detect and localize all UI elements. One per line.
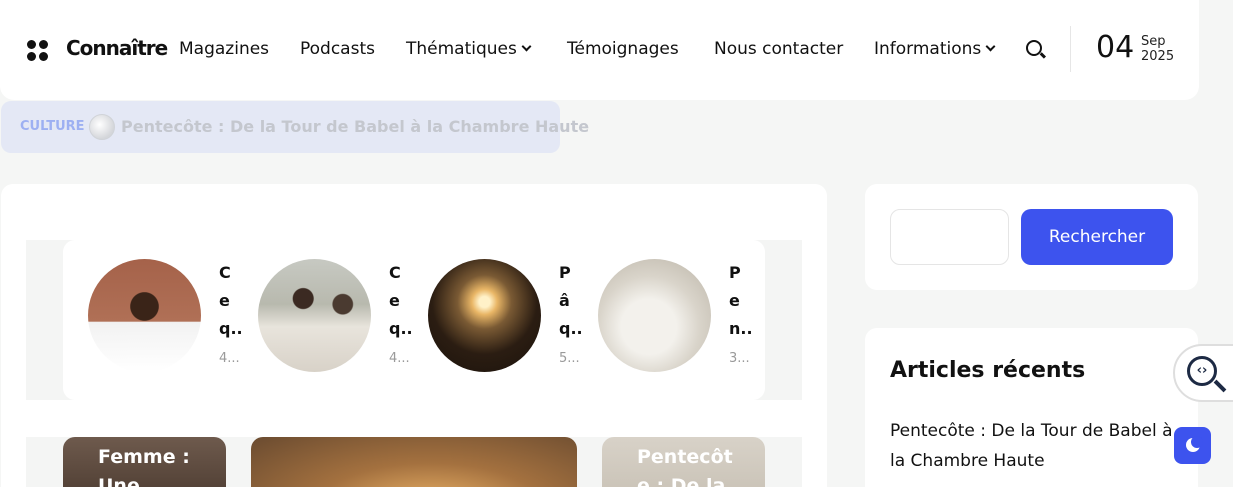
chevron-down-icon (521, 41, 532, 52)
slide-image[interactable] (428, 259, 541, 372)
post-card[interactable]: Pentecôt e : De la (602, 437, 765, 487)
nav-item-thematiques[interactable]: Thématiques (406, 39, 532, 59)
search-input[interactable] (890, 209, 1009, 265)
ticker-title[interactable]: Pentecôte : De la Tour de Babel à la Cha… (121, 117, 589, 136)
slide-meta: 4... (219, 351, 240, 366)
date-day: 04 (1096, 30, 1135, 65)
slide-title[interactable]: Pâ q.. (559, 259, 583, 343)
code-inspector-widget[interactable]: ‹› (1173, 344, 1233, 402)
slide-image[interactable] (598, 259, 711, 372)
ticker-category[interactable]: CULTURE (20, 119, 85, 134)
slide-image[interactable] (88, 259, 201, 372)
slide-title[interactable]: Pe n.. (729, 259, 753, 343)
chevron-down-icon (985, 41, 996, 52)
ticker-thumbnail[interactable] (89, 114, 115, 140)
slide-meta: 3... (729, 351, 750, 366)
nav-item-contact[interactable]: Nous contacter (714, 39, 843, 59)
slide-title[interactable]: Ce q.. (389, 259, 413, 343)
slide-image[interactable] (258, 259, 371, 372)
nav-item-informations[interactable]: Informations (874, 39, 996, 59)
nav-item-temoignages[interactable]: Témoignages (567, 39, 679, 59)
nav-item-podcasts[interactable]: Podcasts (300, 39, 375, 59)
post-card[interactable]: Femme : Une (63, 437, 226, 487)
slide-meta: 4... (389, 351, 410, 366)
code-search-icon: ‹› (1187, 356, 1217, 386)
search-icon[interactable] (1025, 39, 1047, 61)
recent-articles-heading: Articles récents (890, 358, 1086, 383)
date-year: 2025 (1141, 49, 1175, 64)
slide-title[interactable]: Ce q.. (219, 259, 243, 343)
slide-meta: 5... (559, 351, 580, 366)
post-card[interactable] (251, 437, 577, 487)
post-title[interactable]: Pentecôt e : De la (637, 443, 737, 487)
menu-grid-icon[interactable] (27, 40, 49, 62)
header-divider (1070, 26, 1071, 72)
search-button[interactable]: Rechercher (1021, 209, 1173, 265)
post-title[interactable]: Femme : Une (98, 443, 198, 487)
recent-article-link[interactable]: Pentecôte : De la Tour de Babel à la Cha… (890, 416, 1175, 476)
date-month: Sep (1141, 34, 1166, 49)
site-logo[interactable]: Connaître (66, 36, 168, 60)
dark-mode-toggle[interactable] (1174, 427, 1211, 464)
nav-item-magazines[interactable]: Magazines (179, 39, 269, 59)
